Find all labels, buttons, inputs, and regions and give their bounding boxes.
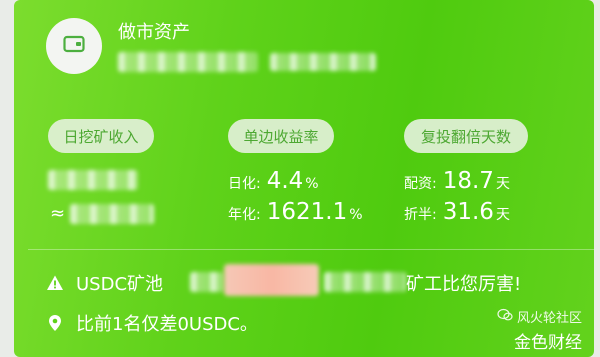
daily-yield-unit: % (305, 176, 319, 192)
half-days-unit: 天 (495, 207, 510, 223)
rank-notice: 比前1名仅差0USDC。 (46, 310, 258, 336)
daily-income-redacted (48, 170, 138, 190)
wallet-icon (63, 35, 85, 57)
pool-notice-suffix: 矿工比您厉害! (406, 274, 522, 295)
asset-value-redacted (270, 53, 376, 71)
watermark-community: 风火轮社区 (497, 307, 582, 326)
alloc-days-label: 配资: (404, 176, 437, 192)
rank-notice-text: 比前1名仅差0USDC。 (76, 314, 258, 335)
alloc-days-value: 18.7 (442, 168, 494, 194)
daily-yield: 日化: 4.4 % (228, 168, 319, 194)
daily-mining-pill[interactable]: 日挖矿收入 (48, 119, 154, 153)
pool-notice-redacted-a (190, 272, 224, 292)
daily-yield-value: 4.4 (266, 168, 304, 194)
reinvest-double-pill[interactable]: 复投翻倍天数 (404, 119, 528, 153)
daily-mining-label: 日挖矿收入 (63, 127, 139, 146)
pool-notice: USDC矿池 (46, 270, 163, 296)
alloc-days: 配资: 18.7 天 (404, 168, 510, 194)
wechat-icon (497, 308, 513, 326)
pool-notice-prefix: USDC矿池 (76, 274, 164, 295)
half-days: 折半: 31.6 天 (404, 199, 510, 225)
watermark-brand: 金色财经 (514, 328, 582, 353)
reinvest-double-label: 复投翻倍天数 (420, 127, 511, 146)
asset-card: 做市资产 日挖矿收入 单边收益率 复投翻倍天数 ≈ 日化: 4.4 % 年化: … (14, 0, 594, 357)
watermark-line1: 风火轮社区 (516, 311, 582, 326)
asset-title: 做市资产 (118, 22, 190, 43)
annual-yield-unit: % (349, 207, 363, 223)
asset-avatar (46, 18, 102, 74)
half-days-label: 折半: (404, 207, 437, 223)
daily-income-fiat-redacted (70, 204, 154, 224)
section-divider (28, 249, 594, 250)
annual-yield-value: 1621.1 (266, 199, 348, 225)
location-pin-icon (46, 314, 64, 332)
warning-icon (46, 274, 64, 292)
pool-notice-redacted-highlight (224, 264, 319, 296)
daily-yield-label: 日化: (228, 176, 261, 192)
asset-amount-redacted (118, 52, 258, 72)
alloc-days-unit: 天 (495, 176, 510, 192)
annual-yield: 年化: 1621.1 % (228, 199, 363, 225)
pool-notice-redacted-b (324, 272, 406, 292)
watermark: 风火轮社区 金色财经 (497, 307, 582, 353)
half-days-value: 31.6 (442, 199, 494, 225)
watermark-line2: 金色财经 (514, 333, 582, 353)
pool-notice-tail: 矿工比您厉害! (406, 270, 521, 296)
annual-yield-label: 年化: (228, 207, 261, 223)
one-side-yield-pill[interactable]: 单边收益率 (228, 119, 334, 153)
one-side-yield-label: 单边收益率 (243, 127, 319, 146)
approx-symbol: ≈ (50, 203, 66, 224)
